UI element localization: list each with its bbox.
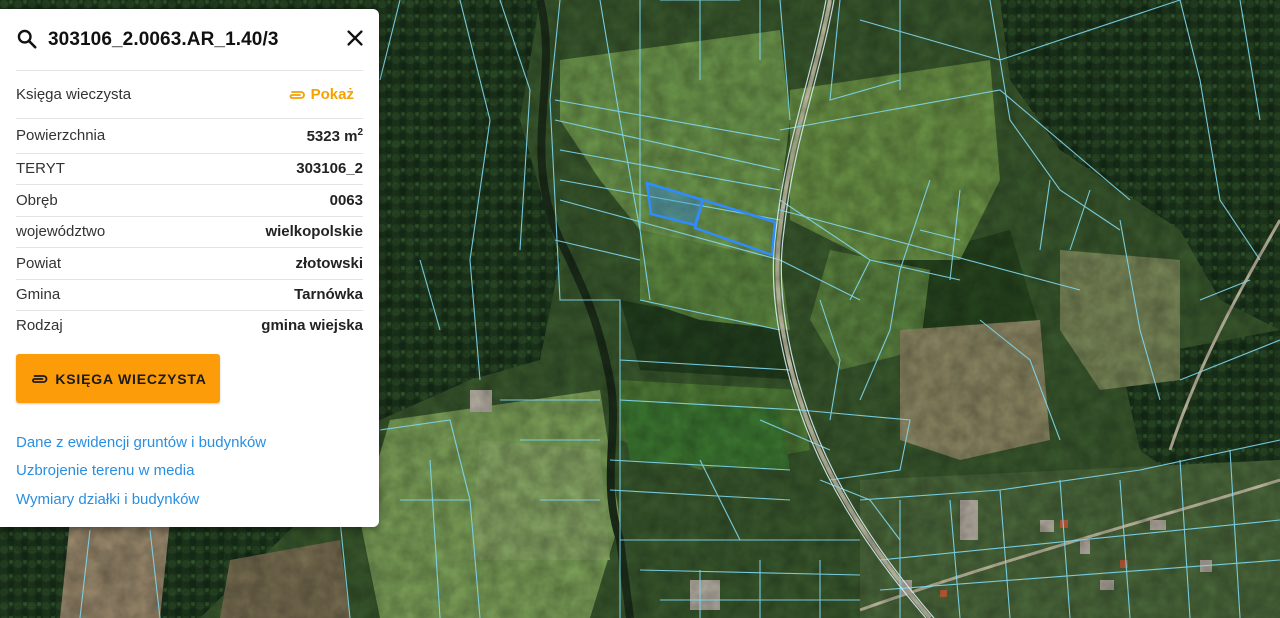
land-register-button-label: KSIĘGA WIECZYSTA	[55, 370, 207, 387]
row-label: Gmina	[16, 286, 61, 303]
search-icon[interactable]	[16, 28, 38, 50]
row-value: 5323 m2	[306, 127, 363, 145]
link-land-records[interactable]: Dane z ewidencji gruntów i budynków	[16, 434, 266, 451]
parcel-info-panel: 303106_2.0063.AR_1.40/3 Księga wieczysta…	[0, 9, 379, 527]
kw-show-label: Pokaż	[310, 86, 354, 103]
divider	[16, 247, 363, 248]
row-label: Powierzchnia	[16, 127, 106, 144]
info-row-teryt: TERYT 303106_2	[16, 154, 363, 184]
info-row-type: Rodzaj gmina wiejska	[16, 311, 363, 341]
row-value: złotowski	[295, 255, 363, 272]
row-label: Obręb	[16, 192, 58, 209]
row-value: Tarnówka	[294, 286, 363, 303]
info-row-county: Powiat złotowski	[16, 249, 363, 279]
divider	[16, 70, 363, 71]
paperclip-icon	[289, 90, 305, 99]
row-label: Rodzaj	[16, 317, 63, 334]
info-row-obreb: Obręb 0063	[16, 186, 363, 216]
row-value: 0063	[329, 192, 363, 209]
link-utilities[interactable]: Uzbrojenie terenu w media	[16, 462, 194, 479]
kw-row: Księga wieczysta Pokaż	[16, 80, 363, 110]
kw-show-link[interactable]: Pokaż	[287, 86, 354, 103]
info-row-commune: Gmina Tarnówka	[16, 280, 363, 310]
row-value: wielkopolskie	[265, 223, 363, 240]
row-label: TERYT	[16, 160, 65, 177]
divider	[16, 184, 363, 185]
parcel-title: 303106_2.0063.AR_1.40/3	[48, 29, 279, 50]
row-value: 303106_2	[296, 160, 363, 177]
link-dimensions[interactable]: Wymiary działki i budynków	[16, 491, 199, 508]
panel-header: 303106_2.0063.AR_1.40/3	[16, 27, 364, 53]
info-row-voivodeship: województwo wielkopolskie	[16, 217, 363, 247]
divider	[16, 118, 363, 119]
kw-label: Księga wieczysta	[16, 86, 132, 103]
row-label: województwo	[16, 223, 106, 240]
row-value: gmina wiejska	[261, 317, 363, 334]
land-register-button[interactable]: KSIĘGA WIECZYSTA	[16, 354, 220, 403]
info-row-area: Powierzchnia 5323 m2	[16, 121, 363, 151]
row-label: Powiat	[16, 255, 62, 272]
paperclip-icon	[32, 374, 48, 383]
close-icon[interactable]	[344, 27, 366, 49]
